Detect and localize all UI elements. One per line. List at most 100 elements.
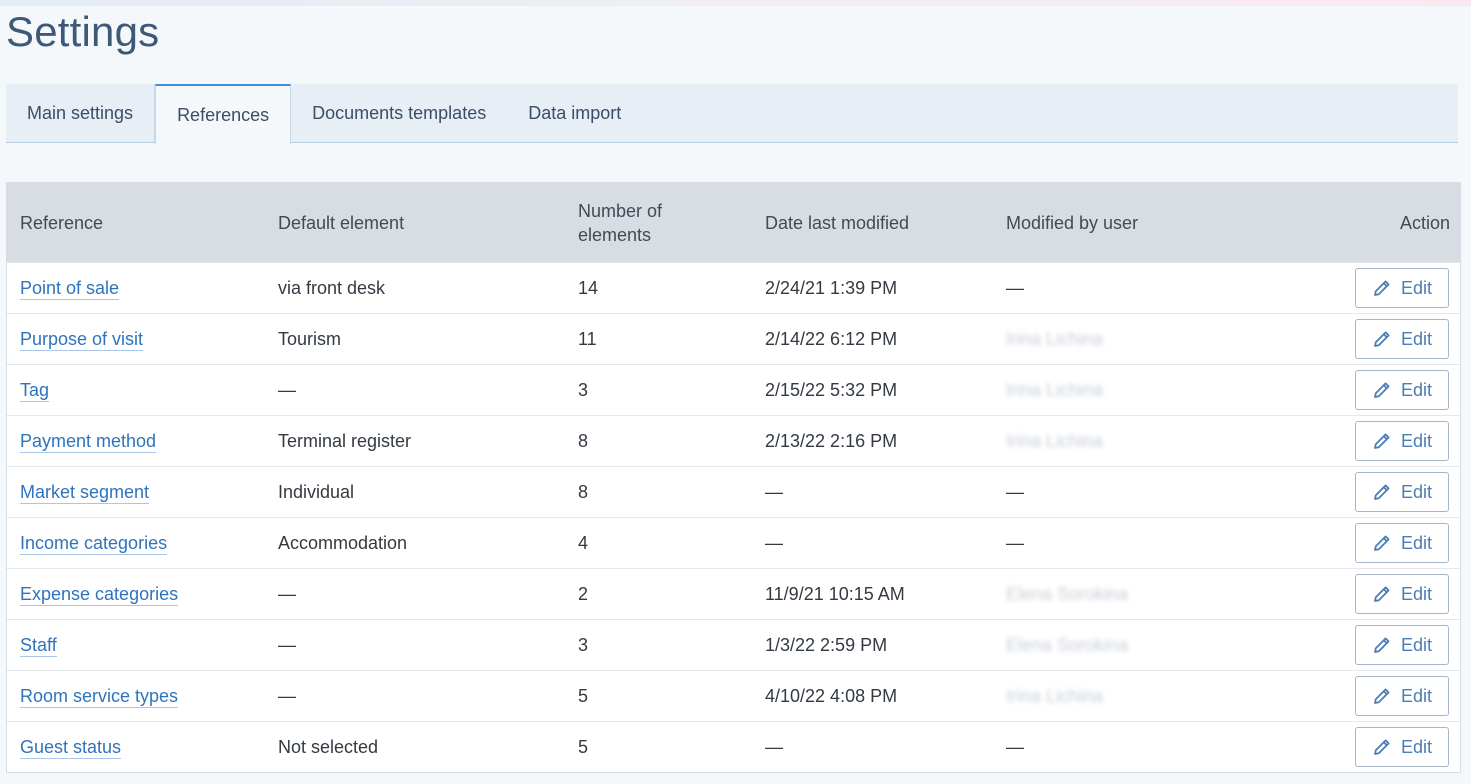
- cell-number-of-elements: 8: [565, 415, 752, 467]
- settings-tabs: Main settings References Documents templ…: [6, 84, 1458, 144]
- cell-date-last-modified: 2/14/22 6:12 PM: [752, 313, 993, 365]
- edit-button[interactable]: Edit: [1355, 268, 1449, 308]
- cell-modified-by-user: —: [993, 721, 1293, 772]
- modified-by-user-value: Irina Lichina: [1006, 328, 1104, 349]
- table-row: Point of sale via front desk 14 2/24/21 1:3…: [7, 262, 1460, 314]
- table-row: Market segment Individual 8— — Edit: [7, 466, 1460, 518]
- edit-button[interactable]: Edit: [1355, 523, 1449, 563]
- cell-default-element: —: [265, 568, 565, 620]
- table-row: Income categories Accommodation 4— — Edit: [7, 517, 1460, 569]
- table-row: Payment method Terminal register 8 2/13/22 …: [7, 415, 1460, 467]
- table-row: Purpose of visit Tourism 11 2/14/22 6:12 PM…: [7, 313, 1460, 365]
- edit-button[interactable]: Edit: [1355, 319, 1449, 359]
- cell-default-element: via front desk: [265, 262, 565, 314]
- pencil-icon: [1372, 686, 1392, 706]
- table-row: Staff —3 1/3/22 2:59 PM Elena Sorokina Edit: [7, 619, 1460, 671]
- modified-by-user-value: Irina Lichina: [1006, 685, 1104, 706]
- pencil-icon: [1372, 278, 1392, 298]
- cell-date-last-modified: 2/15/22 5:32 PM: [752, 364, 993, 416]
- table-row: Tag —3 2/15/22 5:32 PM Irina Lichina Edit: [7, 364, 1460, 416]
- cell-reference: Expense categories: [7, 568, 265, 620]
- edit-button[interactable]: Edit: [1355, 727, 1449, 767]
- cell-action: Edit: [1293, 466, 1460, 518]
- reference-link[interactable]: Guest status: [20, 736, 122, 759]
- table-row: Room service types —5 4/10/22 4:08 PM Irina…: [7, 670, 1460, 722]
- cell-action: Edit: [1293, 313, 1460, 365]
- tab-documents-templates[interactable]: Documents templates: [291, 84, 507, 142]
- pencil-icon: [1372, 380, 1392, 400]
- cell-modified-by-user: —: [993, 262, 1293, 314]
- table-row: Guest status Not selected 5— — Edit: [7, 721, 1460, 772]
- cell-default-element: Tourism: [265, 313, 565, 365]
- cell-number-of-elements: 3: [565, 619, 752, 671]
- cell-reference: Market segment: [7, 466, 265, 518]
- reference-link[interactable]: Expense categories: [20, 583, 179, 606]
- reference-link[interactable]: Room service types: [20, 685, 179, 708]
- pencil-icon: [1372, 431, 1392, 451]
- pencil-icon: [1372, 482, 1392, 502]
- cell-default-element: Accommodation: [265, 517, 565, 569]
- reference-link[interactable]: Income categories: [20, 532, 168, 555]
- cell-action: Edit: [1293, 262, 1460, 314]
- cell-date-last-modified: 4/10/22 4:08 PM: [752, 670, 993, 722]
- edit-button[interactable]: Edit: [1355, 370, 1449, 410]
- cell-action: Edit: [1293, 364, 1460, 416]
- cell-reference: Guest status: [7, 721, 265, 772]
- edit-button[interactable]: Edit: [1355, 676, 1449, 716]
- cell-modified-by-user: Irina Lichina: [993, 670, 1293, 722]
- cell-action: Edit: [1293, 517, 1460, 569]
- modified-by-user-value: Elena Sorokina: [1006, 634, 1129, 655]
- cell-default-element: Not selected: [265, 721, 565, 772]
- cell-number-of-elements: 2: [565, 568, 752, 620]
- page-title: Settings: [6, 8, 160, 55]
- cell-modified-by-user: —: [993, 466, 1293, 518]
- edit-button-label: Edit: [1400, 736, 1433, 757]
- cell-date-last-modified: 2/24/21 1:39 PM: [752, 262, 993, 314]
- header-modified-by-user: Modified by user: [993, 183, 1293, 263]
- reference-link[interactable]: Point of sale: [20, 277, 120, 300]
- cell-reference: Income categories: [7, 517, 265, 569]
- modified-by-user-value: Irina Lichina: [1006, 430, 1104, 451]
- edit-button[interactable]: Edit: [1355, 625, 1449, 665]
- reference-link[interactable]: Tag: [20, 379, 50, 402]
- reference-link[interactable]: Purpose of visit: [20, 328, 144, 351]
- table-row: Expense categories —2 11/9/21 10:15 AM Elen…: [7, 568, 1460, 620]
- top-gradient-strip: [0, 0, 1471, 6]
- header-date-last-modified: Date last modified: [752, 183, 993, 263]
- tab-references[interactable]: References: [155, 84, 292, 144]
- edit-button-label: Edit: [1400, 277, 1433, 298]
- cell-default-element: —: [265, 364, 565, 416]
- cell-modified-by-user: —: [993, 517, 1293, 569]
- cell-action: Edit: [1293, 415, 1460, 467]
- edit-button-label: Edit: [1400, 481, 1433, 502]
- cell-number-of-elements: 8: [565, 466, 752, 518]
- modified-by-user-value: Elena Sorokina: [1006, 583, 1129, 604]
- cell-default-element: —: [265, 619, 565, 671]
- cell-action: Edit: [1293, 670, 1460, 722]
- edit-button-label: Edit: [1400, 634, 1433, 655]
- edit-button[interactable]: Edit: [1355, 472, 1449, 512]
- cell-action: Edit: [1293, 721, 1460, 772]
- edit-button[interactable]: Edit: [1355, 574, 1449, 614]
- pencil-icon: [1372, 584, 1392, 604]
- table-body: Point of sale via front desk 14 2/24/21 1:3…: [7, 262, 1460, 772]
- pencil-icon: [1372, 533, 1392, 553]
- edit-button-label: Edit: [1400, 328, 1433, 349]
- reference-link[interactable]: Market segment: [20, 481, 150, 504]
- cell-modified-by-user: Irina Lichina: [993, 364, 1293, 416]
- cell-number-of-elements: 5: [565, 670, 752, 722]
- cell-reference: Room service types: [7, 670, 265, 722]
- modified-by-user-value: —: [1006, 277, 1024, 298]
- header-action: Action: [1293, 183, 1460, 263]
- tab-data-import[interactable]: Data import: [507, 84, 642, 142]
- cell-number-of-elements: 5: [565, 721, 752, 772]
- cell-date-last-modified: 11/9/21 10:15 AM: [752, 568, 993, 620]
- tab-main-settings[interactable]: Main settings: [6, 84, 156, 142]
- cell-default-element: Terminal register: [265, 415, 565, 467]
- edit-button[interactable]: Edit: [1355, 421, 1449, 461]
- reference-link[interactable]: Staff: [20, 634, 57, 657]
- cell-date-last-modified: 2/13/22 2:16 PM: [752, 415, 993, 467]
- header-default-element: Default element: [265, 183, 565, 263]
- references-table: Reference Default element Number of elem…: [7, 183, 1460, 772]
- reference-link[interactable]: Payment method: [20, 430, 157, 453]
